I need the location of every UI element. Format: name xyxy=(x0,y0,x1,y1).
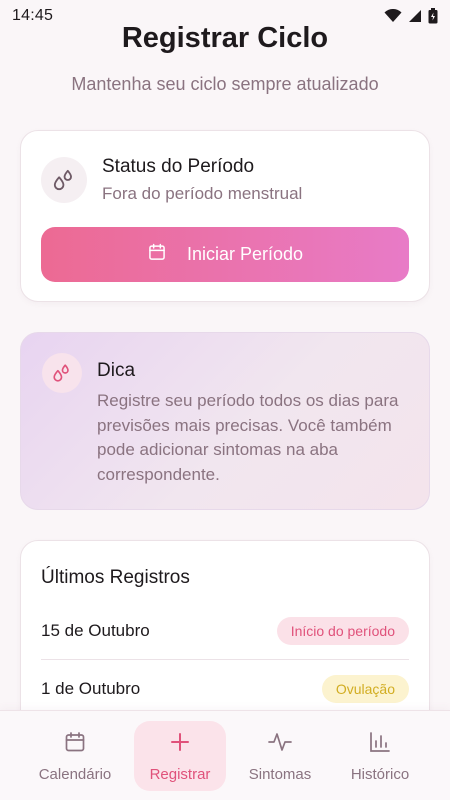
period-status-text: Fora do período menstrual xyxy=(102,184,303,203)
drops-icon xyxy=(41,157,87,203)
calendar-icon xyxy=(147,242,167,267)
pulse-icon xyxy=(267,730,293,758)
nav-item-sintomas[interactable]: Sintomas xyxy=(234,721,326,791)
page-subtitle: Mantenha seu ciclo sempre atualizado xyxy=(71,74,379,94)
record-badge-ovulation: Ovulação xyxy=(321,675,409,703)
plus-icon xyxy=(168,730,192,758)
start-period-label: Iniciar Período xyxy=(186,244,304,264)
drops-icon xyxy=(42,353,82,393)
nav-item-historico[interactable]: Histórico xyxy=(334,721,426,791)
recent-records-title: Últimos Registros xyxy=(41,567,190,588)
page-title: Registrar Ciclo xyxy=(121,22,329,54)
nav-label: Histórico xyxy=(350,765,410,783)
signal-icon xyxy=(408,9,422,23)
record-badge-period-start: Início do período xyxy=(276,616,409,645)
bottom-nav: Calendário Registrar Sintomas Histórico xyxy=(0,710,450,800)
record-row[interactable]: 15 de Outubro Início do período xyxy=(41,602,409,660)
tip-title: Dica xyxy=(97,360,136,381)
tip-text: Registre seu período todos os dias para … xyxy=(97,391,399,484)
record-date: 1 de Outubro xyxy=(41,679,141,698)
nav-item-calendario[interactable]: Calendário xyxy=(29,721,121,791)
nav-label: Registrar xyxy=(149,765,211,783)
wifi-icon xyxy=(384,9,402,23)
nav-item-registrar[interactable]: Registrar xyxy=(134,721,226,791)
tip-card: Dica Registre seu período todos os dias … xyxy=(20,332,430,510)
period-status-title: Status do Período xyxy=(102,156,255,177)
calendar-icon xyxy=(63,730,87,758)
period-status-card: Status do Período Fora do período menstr… xyxy=(20,130,430,302)
bar-chart-icon xyxy=(368,730,392,758)
nav-label: Calendário xyxy=(38,765,112,783)
nav-label: Sintomas xyxy=(248,765,312,783)
start-period-button[interactable]: Iniciar Período xyxy=(41,227,409,282)
record-date: 15 de Outubro xyxy=(41,620,150,640)
